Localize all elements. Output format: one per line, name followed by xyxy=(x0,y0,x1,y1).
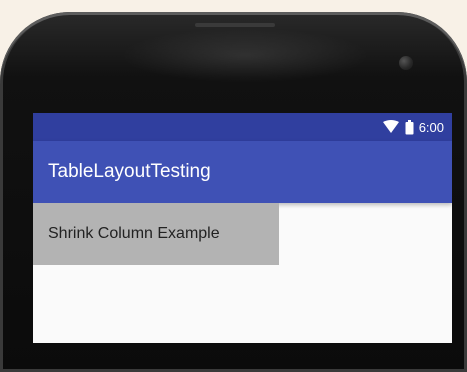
wifi-icon xyxy=(382,120,400,134)
status-time: 6:00 xyxy=(418,119,444,135)
phone-reflection xyxy=(120,28,370,83)
status-bar: 6:00 xyxy=(33,113,452,141)
app-bar: TableLayoutTesting xyxy=(33,141,452,203)
device-screen: 6:00 TableLayoutTesting Shrink Column Ex… xyxy=(33,113,452,343)
battery-icon xyxy=(405,119,414,135)
table-layout: Shrink Column Example xyxy=(33,203,452,265)
app-title: TableLayoutTesting xyxy=(48,161,211,182)
table-cell: Shrink Column Example xyxy=(33,203,279,265)
table-row: Shrink Column Example xyxy=(33,203,452,265)
front-camera xyxy=(399,56,413,70)
earpiece-speaker xyxy=(195,23,275,27)
status-icons: 6:00 xyxy=(382,119,444,135)
